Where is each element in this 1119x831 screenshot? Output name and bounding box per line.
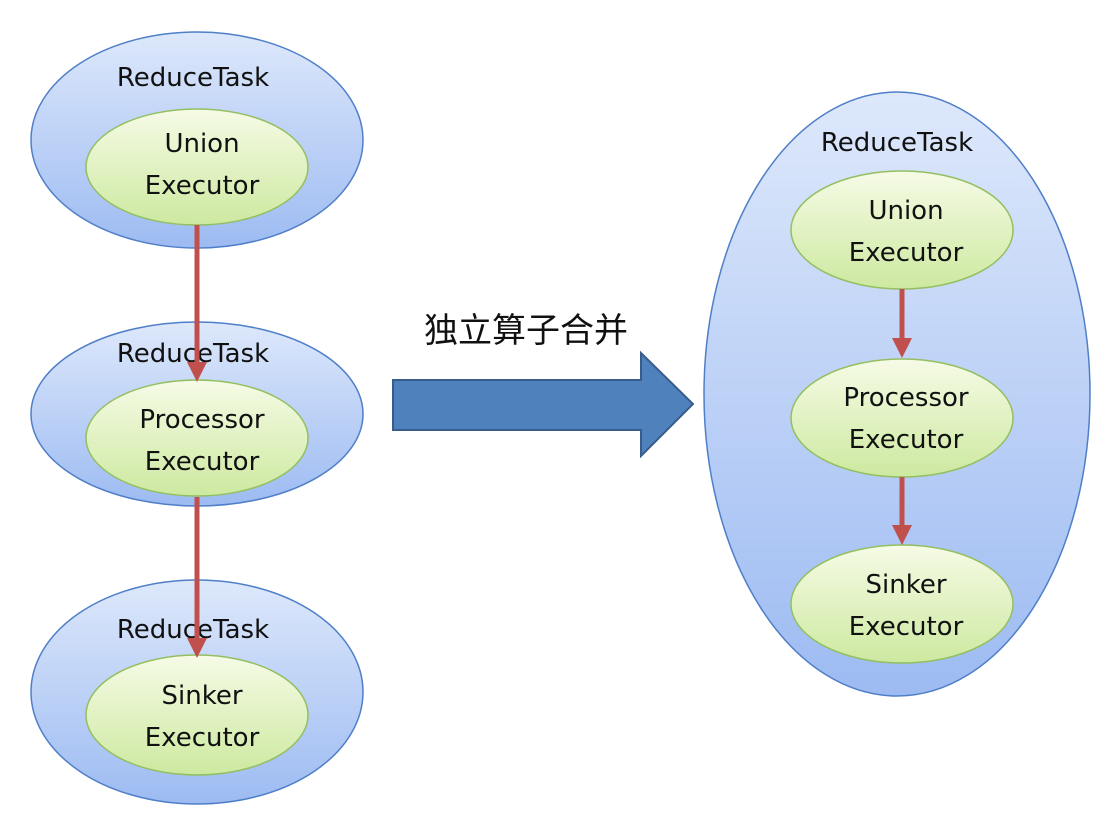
executor-label-line1: Sinker bbox=[161, 681, 242, 711]
sinker-executor-ellipse bbox=[85, 654, 309, 776]
union-executor-ellipse bbox=[85, 108, 309, 226]
executor-label-line2: Executor bbox=[145, 447, 260, 477]
executor-label-line1: Union bbox=[868, 196, 943, 226]
processor-executor-ellipse bbox=[790, 358, 1014, 478]
executor-label-line1: Union bbox=[164, 129, 239, 159]
executor-label-line1: Processor bbox=[843, 383, 969, 413]
merged-sinker-executor: Sinker Executor bbox=[790, 544, 1014, 664]
reduce-task-title: ReduceTask bbox=[117, 339, 269, 369]
reduce-task-union: ReduceTask Union Executor bbox=[30, 31, 364, 249]
left-pipeline: ReduceTask Union Executor ReduceTask Pro… bbox=[30, 31, 364, 805]
merged-union-executor: Union Executor bbox=[790, 170, 1014, 290]
reduce-task-title: ReduceTask bbox=[117, 615, 269, 645]
executor-label-line2: Executor bbox=[849, 425, 964, 455]
merged-processor-executor: Processor Executor bbox=[790, 358, 1014, 478]
executor-label-line2: Executor bbox=[145, 171, 260, 201]
processor-executor-ellipse bbox=[85, 379, 309, 497]
transform: 独立算子合并 bbox=[392, 311, 695, 459]
executor-label-line1: Sinker bbox=[865, 570, 946, 600]
merged-reduce-task: ReduceTask Union Executor Processor Exec… bbox=[703, 91, 1091, 697]
executor-label-line2: Executor bbox=[145, 723, 260, 753]
sinker-executor-ellipse bbox=[790, 544, 1014, 664]
executor-label-line2: Executor bbox=[849, 238, 964, 268]
transform-label: 独立算子合并 bbox=[424, 311, 628, 351]
merged-task-title: ReduceTask bbox=[821, 128, 973, 158]
right-arrow-icon bbox=[392, 350, 695, 459]
diagram-canvas: ReduceTask Union Executor ReduceTask Pro… bbox=[30, 31, 1091, 805]
union-executor-ellipse bbox=[790, 170, 1014, 290]
executor-label-line1: Processor bbox=[139, 405, 265, 435]
executor-label-line2: Executor bbox=[849, 612, 964, 642]
reduce-task-title: ReduceTask bbox=[117, 63, 269, 93]
